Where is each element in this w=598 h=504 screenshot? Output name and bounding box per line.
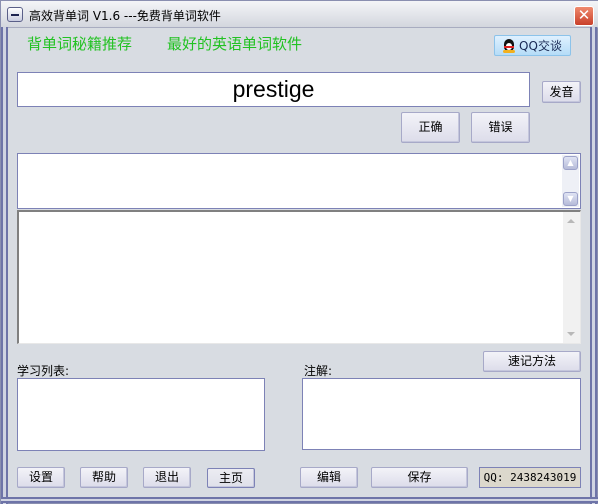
correct-button[interactable]: 正确 <box>401 112 460 143</box>
system-menu-icon[interactable] <box>7 7 23 22</box>
save-button[interactable]: 保存 <box>371 467 468 488</box>
wrong-button[interactable]: 错误 <box>471 112 530 143</box>
memo-method-button[interactable]: 速记方法 <box>483 351 581 372</box>
example-textarea[interactable] <box>17 210 581 344</box>
best-software-link[interactable]: 最好的英语单词软件 <box>167 33 302 54</box>
settings-button[interactable]: 设置 <box>17 467 65 488</box>
qq-number-display: QQ: 2438243019 <box>479 467 581 488</box>
scroll-down-icon[interactable]: ▼ <box>563 192 578 206</box>
qq-chat-label: QQ交谈 <box>519 39 562 53</box>
pronounce-button[interactable]: 发音 <box>542 81 581 103</box>
window-frame-right <box>590 27 597 504</box>
exit-button[interactable]: 退出 <box>143 467 191 488</box>
word-display: prestige <box>17 72 530 107</box>
notes-textarea[interactable] <box>302 378 581 450</box>
study-list-label: 学习列表: <box>17 364 70 378</box>
window-frame-left <box>1 27 8 504</box>
close-button[interactable]: ✕ <box>574 6 594 26</box>
definition-scrollbar[interactable]: ▲ ▼ <box>562 155 579 207</box>
definition-textarea[interactable]: ▲ ▼ <box>17 153 581 209</box>
qq-chat-button[interactable]: QQ交谈 <box>494 35 571 56</box>
qq-penguin-icon <box>503 38 516 53</box>
window-frame-bottom <box>1 497 598 503</box>
study-list-box[interactable] <box>17 378 265 451</box>
help-button[interactable]: 帮助 <box>80 467 128 488</box>
title-bar: 高效背单词 V1.6 ---免费背单词软件 ✕ <box>1 1 598 28</box>
example-scrollbar[interactable] <box>563 212 580 343</box>
homepage-button[interactable]: 主页 <box>207 468 255 488</box>
scroll-up-icon[interactable]: ▲ <box>563 156 578 170</box>
tips-link[interactable]: 背单词秘籍推荐 <box>27 33 132 54</box>
app-window: 高效背单词 V1.6 ---免费背单词软件 ✕ 背单词秘籍推荐 最好的英语单词软… <box>0 0 598 504</box>
close-icon: ✕ <box>577 6 591 24</box>
notes-label: 注解: <box>304 364 333 378</box>
scroll-down-arrow-icon[interactable] <box>567 332 575 336</box>
window-title: 高效背单词 V1.6 ---免费背单词软件 <box>29 9 221 23</box>
edit-button[interactable]: 编辑 <box>300 467 358 488</box>
scroll-up-arrow-icon[interactable] <box>567 219 575 223</box>
